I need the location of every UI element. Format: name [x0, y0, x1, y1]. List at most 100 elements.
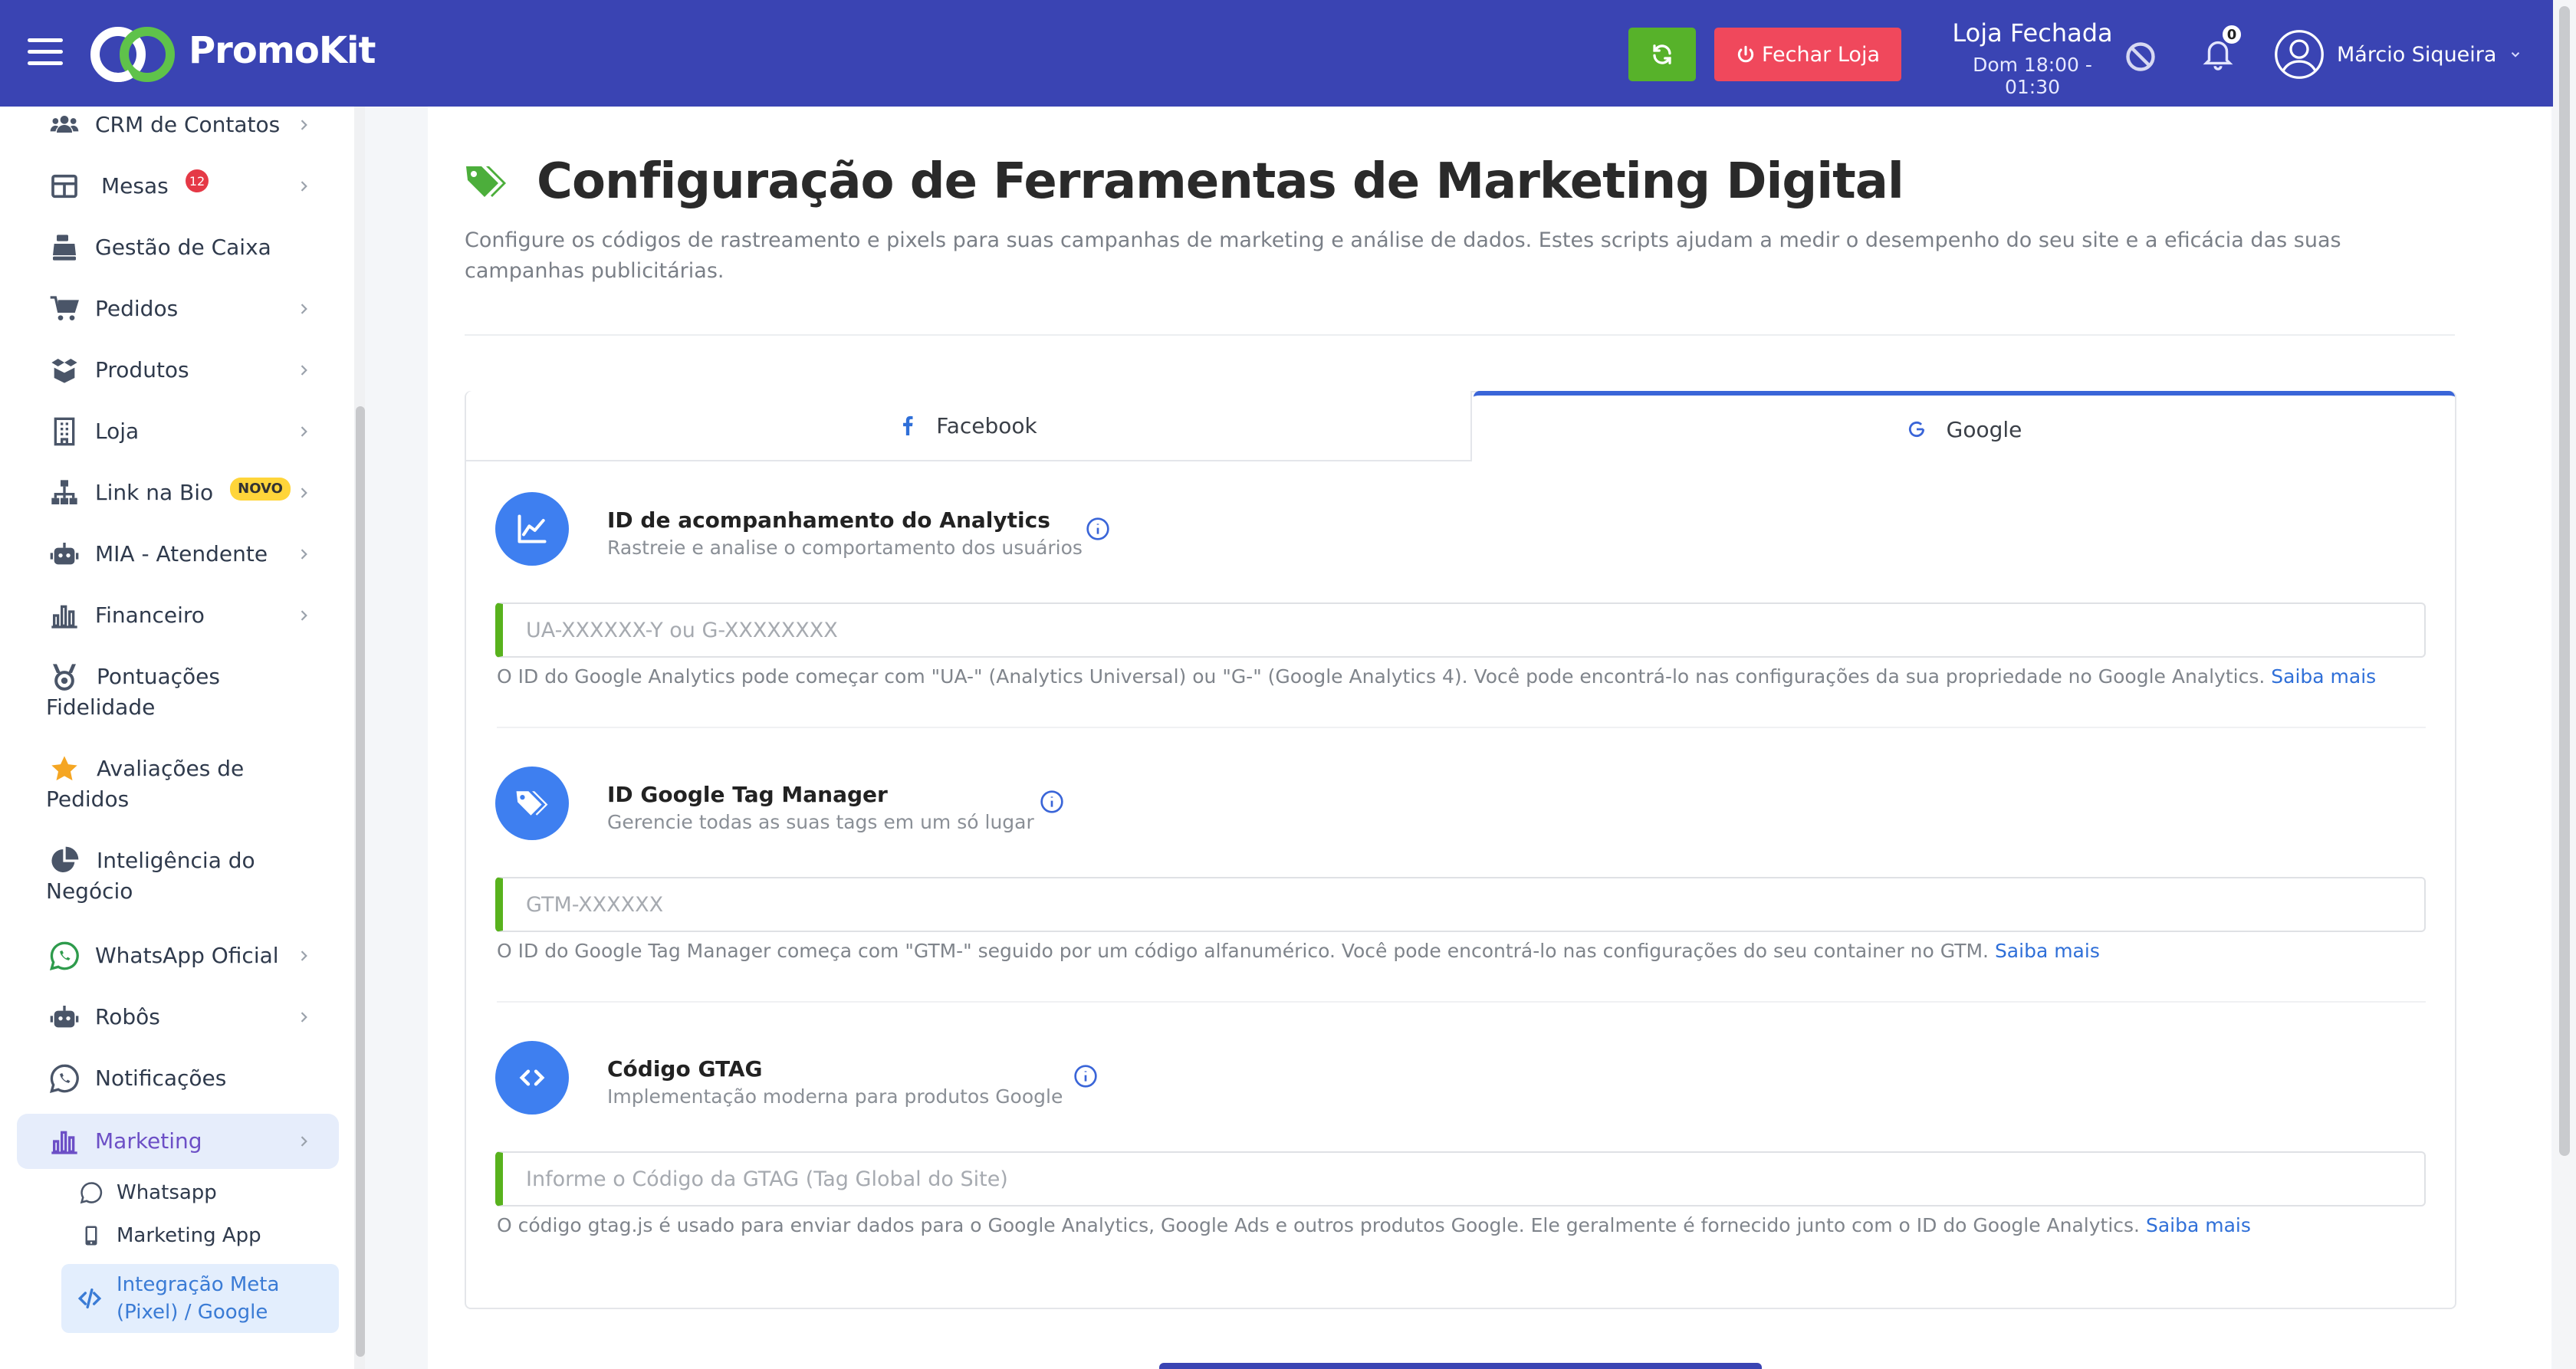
- help-text: O ID do Google Tag Manager começa com "G…: [497, 940, 1989, 962]
- sidebar-item-label: Pontuações: [97, 664, 220, 689]
- sidebar-item-crm[interactable]: CRM de Contatos: [17, 110, 339, 140]
- info-icon[interactable]: [1086, 517, 1110, 541]
- sidebar-scrollbar-thumb[interactable]: [356, 406, 365, 1357]
- chevron-right-icon: [301, 488, 307, 498]
- page-header: Configuração de Ferramentas de Marketing…: [465, 153, 1904, 210]
- power-icon: [1737, 45, 1754, 63]
- whatsapp-icon: [49, 1064, 79, 1094]
- sidebar-subitem-label: Integração Meta: [117, 1273, 280, 1296]
- robot-icon: [50, 1006, 79, 1028]
- sidebar-subitem-whatsapp[interactable]: Whatsapp: [80, 1181, 217, 1204]
- cash-register-icon: [53, 235, 76, 261]
- sidebar-subitem-marketing-app[interactable]: Marketing App: [80, 1224, 261, 1247]
- sidebar-item-produtos[interactable]: Produtos: [17, 355, 339, 386]
- close-store-button[interactable]: Fechar Loja: [1714, 28, 1901, 81]
- sidebar-item-label-line2: Fidelidade: [46, 694, 156, 720]
- sidebar-item-label: Notificações: [95, 1065, 227, 1091]
- section-divider: [497, 1001, 2426, 1003]
- section-title: ID Google Tag Manager: [607, 782, 888, 807]
- building-icon: [54, 417, 75, 446]
- gtm-help-text: O ID do Google Tag Manager começa com "G…: [497, 940, 2100, 962]
- gtag-section-icon: [495, 1041, 569, 1115]
- sidebar-item-notificacoes[interactable]: Notificações: [17, 1063, 339, 1094]
- sidebar-item-mesas[interactable]: Mesas 12: [17, 169, 339, 202]
- sidebar-item-label: Produtos: [95, 357, 189, 382]
- chevron-right-icon: [301, 610, 307, 621]
- store-status: Loja Fechada Dom 18:00 - 01:30: [1944, 18, 2121, 98]
- sidebar-subitem-label: Marketing App: [117, 1224, 261, 1247]
- bar-chart-icon: [51, 605, 77, 629]
- store-hours: Dom 18:00 - 01:30: [1973, 54, 2092, 98]
- save-button[interactable]: [1159, 1363, 1762, 1369]
- table-icon: [51, 174, 77, 199]
- info-icon[interactable]: [1073, 1064, 1098, 1088]
- sidebar-item-loja[interactable]: Loja: [17, 416, 339, 447]
- sidebar-item-label: Avaliações de: [97, 756, 245, 781]
- sidebar-item-avaliacoes[interactable]: Avaliações de Pedidos: [17, 753, 339, 815]
- code-icon: [519, 1069, 545, 1086]
- sidebar-item-label: MIA - Atendente: [95, 541, 268, 566]
- tab-facebook[interactable]: Facebook: [466, 391, 1472, 461]
- sidebar-subitem-integracao-meta[interactable]: Integração Meta (Pixel) / Google: [61, 1264, 339, 1333]
- top-bar: PromoKit Fechar Loja Loja Fechada Dom 18…: [0, 0, 2553, 107]
- chevron-right-icon: [301, 1136, 307, 1147]
- sidebar-item-inteligencia[interactable]: Inteligência do Negócio: [17, 845, 339, 907]
- sitemap-icon: [51, 480, 77, 504]
- sidebar-item-gestao-caixa[interactable]: Gestão de Caixa: [17, 232, 339, 263]
- chevron-down-icon: [2512, 52, 2520, 57]
- sidebar-item-label: Pedidos: [95, 296, 179, 321]
- box-icon: [51, 359, 77, 383]
- pie-chart-icon: [51, 846, 79, 872]
- info-icon[interactable]: [1040, 790, 1064, 814]
- sidebar-item-robos[interactable]: Robôs: [17, 1002, 339, 1032]
- robot-icon: [50, 543, 79, 565]
- bar-chart-icon: [51, 1131, 77, 1154]
- sidebar-item-whatsapp-oficial[interactable]: WhatsApp Oficial: [17, 941, 339, 971]
- mesas-count-badge: 12: [186, 169, 209, 192]
- avatar: [2275, 30, 2324, 79]
- brand-name: PromoKit: [189, 29, 376, 72]
- notifications-count: 0: [2220, 23, 2243, 46]
- facebook-icon: [903, 415, 913, 435]
- sidebar: CRM de Contatos Mesas 12 Gestão de Caixa…: [0, 107, 357, 1369]
- sidebar-subitem-label-line2: (Pixel) / Google: [117, 1301, 268, 1324]
- refresh-icon: [1653, 44, 1671, 64]
- chevron-right-icon: [301, 365, 307, 376]
- whatsapp-icon: [49, 941, 79, 971]
- chevron-right-icon: [301, 120, 307, 130]
- analytics-section-icon: [495, 492, 569, 566]
- sidebar-item-label-line2: Pedidos: [46, 786, 130, 812]
- chevron-right-icon: [301, 950, 307, 961]
- gtag-code-input[interactable]: [495, 1151, 2426, 1206]
- help-text: O ID do Google Analytics pode começar co…: [497, 665, 2266, 688]
- sidebar-item-link-bio[interactable]: Link na Bio NOVO: [17, 478, 339, 508]
- help-text: O código gtag.js é usado para enviar dad…: [497, 1214, 2141, 1236]
- line-chart-icon: [518, 514, 547, 543]
- gtm-id-input[interactable]: [495, 877, 2426, 932]
- user-menu[interactable]: Márcio Siqueira: [2274, 29, 2522, 80]
- divider: [465, 334, 2455, 336]
- learn-more-link[interactable]: Saiba mais: [2146, 1214, 2251, 1236]
- sidebar-item-mia[interactable]: MIA - Atendente: [17, 539, 339, 570]
- notifications-bell[interactable]: 0: [2200, 23, 2243, 74]
- page-scrollbar-thumb[interactable]: [2559, 6, 2570, 1156]
- sidebar-item-pedidos[interactable]: Pedidos: [17, 294, 339, 324]
- analytics-id-input[interactable]: [495, 602, 2426, 658]
- chevron-right-icon: [301, 426, 307, 437]
- sidebar-item-label: Link na Bio: [95, 480, 214, 505]
- learn-more-link[interactable]: Saiba mais: [2271, 665, 2376, 688]
- sidebar-item-financeiro[interactable]: Financeiro: [17, 600, 339, 631]
- sidebar-subitem-label: Whatsapp: [117, 1181, 217, 1204]
- close-store-label: Fechar Loja: [1762, 42, 1880, 67]
- learn-more-link[interactable]: Saiba mais: [1995, 940, 2100, 962]
- user-name: Márcio Siqueira: [2337, 42, 2497, 67]
- tab-label: Facebook: [936, 412, 1037, 438]
- sidebar-item-marketing[interactable]: Marketing: [17, 1114, 339, 1169]
- chevron-right-icon: [301, 549, 307, 560]
- refresh-button[interactable]: [1628, 28, 1696, 81]
- menu-toggle-icon[interactable]: [28, 38, 63, 69]
- tags-icon: [466, 166, 506, 197]
- tab-google[interactable]: Google: [1474, 391, 2455, 463]
- sidebar-item-fidelidade[interactable]: Pontuações Fidelidade: [17, 662, 339, 723]
- google-icon: [1908, 421, 1924, 438]
